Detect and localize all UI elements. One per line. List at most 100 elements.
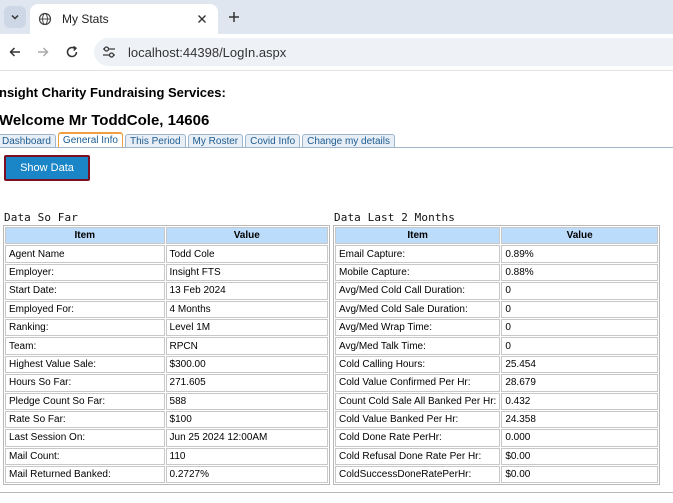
item-cell: Mobile Capture: [335,263,501,282]
column-header-value: Value [501,227,658,245]
value-cell: 28.679 [501,374,658,392]
item-cell: Avg/Med Cold Call Duration: [335,282,501,300]
value-cell: 0 [501,300,658,318]
table-row: Cold Value Confirmed Per Hr: 28.679 [335,374,658,392]
table-row: Email Capture: 0.89% [335,245,658,263]
left-table-title: Data So Far [4,211,78,224]
tab-bar-underline [0,147,673,148]
value-cell: 0 [501,282,658,300]
table-row: Employer: Insight FTS [5,263,328,282]
table-row: Agent Name Todd Cole [5,245,328,263]
item-cell: Cold Refusal Done Rate Per Hr: [335,447,501,466]
table-row: Cold Value Banked Per Hr: 24.358 [335,410,658,429]
table-row: Employed For: 4 Months [5,300,328,318]
browser-tab-title: My Stats [62,12,109,26]
item-cell: Avg/Med Talk Time: [335,337,501,355]
page-bottom-divider [0,492,673,493]
new-tab-plus-icon[interactable] [224,7,244,27]
globe-icon [38,12,52,26]
table-row: Team: RPCN [5,337,328,355]
value-cell: $300.00 [165,355,328,374]
site-settings-icon[interactable] [100,43,118,61]
tab-my-roster[interactable]: My Roster [187,134,244,148]
value-cell: RPCN [165,337,328,355]
company-heading: nsight Charity Fundraising Services: [0,85,226,100]
item-cell: Pledge Count So Far: [5,392,165,410]
value-cell: 0 [501,318,658,337]
browser-tab-strip: My Stats [0,0,673,34]
value-cell: 0.89% [501,245,658,263]
table-row: Avg/Med Wrap Time: 0 [335,318,658,337]
close-tab-icon[interactable] [194,11,210,27]
item-cell: Rate So Far: [5,410,165,429]
toolbar-divider [0,70,673,71]
table-row: Last Session On: Jun 25 2024 12:00AM [5,429,328,447]
tab-covid-info[interactable]: Covid Info [245,134,301,148]
table-row: Mobile Capture: 0.88% [335,263,658,282]
data-last-2-months-table: Item Value Email Capture: 0.89% Mobile Cap… [333,225,660,486]
welcome-heading: Welcome Mr ToddCole, 14606 [0,112,210,129]
tab-general-info[interactable]: General Info [57,132,123,148]
value-cell: 0 [501,337,658,355]
item-cell: Agent Name [5,245,165,263]
item-cell: Count Cold Sale All Banked Per Hr: [335,392,501,410]
item-cell: Avg/Med Wrap Time: [335,318,501,337]
item-cell: Cold Calling Hours: [335,355,501,374]
table-row: Hours So Far: 271.605 [5,374,328,392]
table-row: Cold Refusal Done Rate Per Hr: $0.00 [335,447,658,466]
table-row: ColdSuccessDoneRatePerHr: $0.00 [335,466,658,484]
table-row: Mail Returned Banked: 0.2727% [5,466,328,484]
item-cell: Employer: [5,263,165,282]
value-cell: 13 Feb 2024 [165,282,328,300]
value-cell: Level 1M [165,318,328,337]
value-cell: 25.454 [501,355,658,374]
table-row: Highest Value Sale: $300.00 [5,355,328,374]
value-cell: $0.00 [501,447,658,466]
table-row: Ranking: Level 1M [5,318,328,337]
browser-tab[interactable]: My Stats [30,4,218,34]
table-row: Avg/Med Cold Sale Duration: 0 [335,300,658,318]
value-cell: 0.2727% [165,466,328,484]
item-cell: Cold Done Rate PerHr: [335,429,501,447]
right-table-title: Data Last 2 Months [334,211,456,224]
item-cell: Employed For: [5,300,165,318]
table-row: Pledge Count So Far: 588 [5,392,328,410]
item-cell: Hours So Far: [5,374,165,392]
item-cell: Start Date: [5,282,165,300]
item-cell: ColdSuccessDoneRatePerHr: [335,466,501,484]
value-cell: Insight FTS [165,263,328,282]
value-cell: Jun 25 2024 12:00AM [165,429,328,447]
value-cell: 0.432 [501,392,658,410]
show-data-button[interactable]: Show Data [4,155,90,181]
value-cell: Todd Cole [165,245,328,263]
table-row: Cold Done Rate PerHr: 0.000 [335,429,658,447]
forward-arrow-icon[interactable] [33,42,53,62]
browser-toolbar: localhost:44398/LogIn.aspx [0,34,673,70]
table-row: Avg/Med Talk Time: 0 [335,337,658,355]
column-header-item: Item [335,227,501,245]
table-row: Rate So Far: $100 [5,410,328,429]
item-cell: Avg/Med Cold Sale Duration: [335,300,501,318]
item-cell: Cold Value Banked Per Hr: [335,410,501,429]
table-row: Mail Count: 110 [5,447,328,466]
tab-dashboard[interactable]: Dashboard [0,134,56,148]
table-row: Avg/Med Cold Call Duration: 0 [335,282,658,300]
column-header-item: Item [5,227,165,245]
back-arrow-icon[interactable] [5,42,25,62]
tab-this-period[interactable]: This Period [124,134,186,148]
address-bar[interactable]: localhost:44398/LogIn.aspx [94,38,673,66]
tab-change-my-details[interactable]: Change my details [302,134,395,148]
table-row: Count Cold Sale All Banked Per Hr: 0.432 [335,392,658,410]
value-cell: 271.605 [165,374,328,392]
item-cell: Highest Value Sale: [5,355,165,374]
column-header-value: Value [165,227,328,245]
item-cell: Email Capture: [335,245,501,263]
value-cell: 0.88% [501,263,658,282]
value-cell: 4 Months [165,300,328,318]
item-cell: Mail Count: [5,447,165,466]
data-so-far-table: Item Value Agent Name Todd Cole Employer: I… [3,225,330,486]
value-cell: 588 [165,392,328,410]
value-cell: 110 [165,447,328,466]
tab-search-chevron-icon[interactable] [4,6,26,28]
reload-icon[interactable] [62,42,82,62]
